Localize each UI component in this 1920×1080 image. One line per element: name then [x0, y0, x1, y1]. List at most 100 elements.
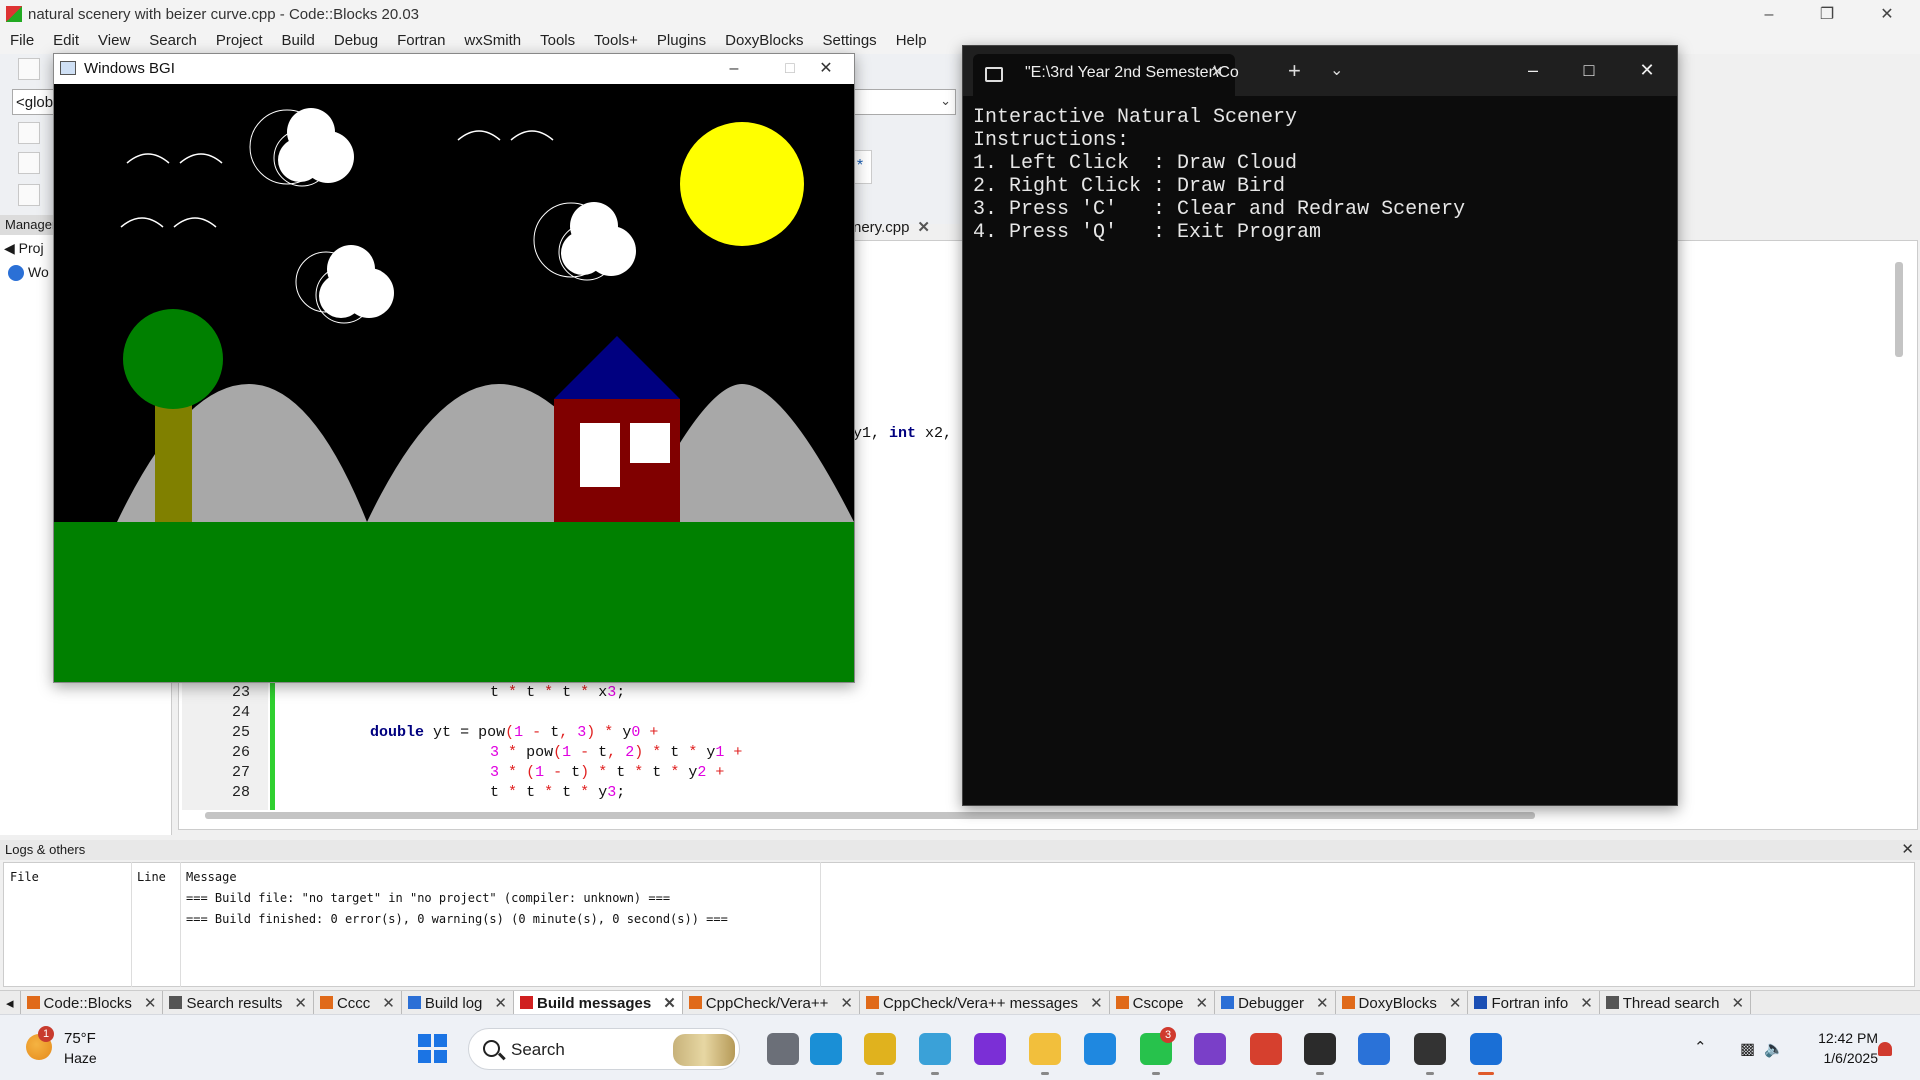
close-tab-icon[interactable]: ✕ — [494, 995, 507, 1012]
winlib-icon[interactable] — [1304, 1033, 1336, 1065]
close-tab-icon[interactable]: ✕ — [1316, 995, 1329, 1012]
defender-icon[interactable] — [1358, 1033, 1390, 1065]
chrome-icon[interactable] — [864, 1033, 896, 1065]
weather-temperature[interactable]: 75°F — [64, 1030, 96, 1047]
run-icon[interactable] — [18, 152, 40, 174]
close-tab-icon[interactable]: ✕ — [663, 995, 676, 1012]
code-line[interactable]: 3 * pow(1 - t, 2) * t * y1 + — [490, 744, 742, 761]
log-tab-build-messages[interactable]: Build messages ✕ — [513, 991, 683, 1014]
projects-tab[interactable]: ◀ Proj — [0, 237, 60, 259]
log-tab-cppcheck-vera-messages[interactable]: CppCheck/Vera++ messages ✕ — [860, 991, 1110, 1014]
log-tab-thread-search[interactable]: Thread search ✕ — [1600, 991, 1752, 1014]
close-tab-icon[interactable]: × — [1211, 61, 1223, 84]
close-tab-icon[interactable]: ✕ — [1090, 995, 1103, 1012]
vertical-scrollbar[interactable] — [1895, 262, 1903, 357]
close-tab-icon[interactable]: ✕ — [144, 995, 157, 1012]
weather-description[interactable]: Haze — [64, 1050, 97, 1066]
log-tab-cppcheck-vera[interactable]: CppCheck/Vera++ ✕ — [683, 991, 860, 1014]
debug-icon[interactable] — [18, 184, 40, 206]
close-tab-icon[interactable]: ✕ — [1731, 995, 1744, 1012]
file-explorer-icon[interactable] — [1029, 1033, 1061, 1065]
close-tab-icon[interactable]: ✕ — [1196, 995, 1209, 1012]
log-tab-cccc[interactable]: Cccc ✕ — [314, 991, 402, 1014]
ide-icon[interactable] — [974, 1033, 1006, 1065]
restore-icon[interactable]: ❐ — [1798, 0, 1856, 30]
close-tab-icon[interactable]: ✕ — [1449, 995, 1462, 1012]
menu-item-edit[interactable]: Edit — [43, 30, 88, 49]
terminal-icon[interactable] — [1414, 1033, 1446, 1065]
edge-icon[interactable] — [810, 1033, 842, 1065]
log-tab-doxyblocks[interactable]: DoxyBlocks ✕ — [1336, 991, 1469, 1014]
log-tab-search-results[interactable]: Search results ✕ — [163, 991, 314, 1014]
close-tab-icon[interactable]: ✕ — [382, 995, 395, 1012]
menu-item-fortran[interactable]: Fortran — [387, 30, 454, 49]
close-tab-icon[interactable]: ✕ — [1580, 995, 1593, 1012]
close-tab-icon[interactable]: ✕ — [840, 995, 853, 1012]
code-line[interactable]: 3 * (1 - t) * t * t * y2 + — [490, 764, 724, 781]
workspace-label: Wo — [28, 264, 49, 280]
network-icon[interactable]: ▩ — [1740, 1039, 1755, 1059]
menu-item-debug[interactable]: Debug — [324, 30, 387, 49]
menu-item-doxyblocks[interactable]: DoxyBlocks — [715, 30, 812, 49]
log-message[interactable]: === Build finished: 0 error(s), 0 warnin… — [186, 912, 728, 926]
column-header-file[interactable]: File — [10, 870, 39, 884]
menu-item-view[interactable]: View — [88, 30, 139, 49]
terminal-output[interactable]: Interactive Natural Scenery Instructions:… — [973, 106, 1663, 244]
log-tab-cscope[interactable]: Cscope ✕ — [1110, 991, 1216, 1014]
close-icon[interactable]: ✕ — [1858, 0, 1916, 30]
chevron-down-icon[interactable]: ⌄ — [1330, 60, 1343, 80]
visual-studio-icon[interactable] — [1194, 1033, 1226, 1065]
close-icon[interactable]: ✕ — [1619, 52, 1675, 88]
maximize-icon[interactable]: □ — [1561, 52, 1617, 88]
menu-item-build[interactable]: Build — [272, 30, 324, 49]
clock-time[interactable]: 12:42 PM — [1802, 1030, 1878, 1046]
code-line[interactable]: double yt = pow(1 - t, 3) * y0 + — [370, 724, 658, 741]
chrome-profile-icon[interactable] — [919, 1033, 951, 1065]
scenery-canvas[interactable] — [54, 84, 854, 682]
menu-item-tools[interactable]: Tools — [530, 30, 584, 49]
bgi-app-icon[interactable] — [1470, 1033, 1502, 1065]
notification-bell-icon[interactable] — [1878, 1042, 1892, 1056]
vscode-icon[interactable] — [1084, 1033, 1116, 1065]
menu-item-settings[interactable]: Settings — [812, 30, 885, 49]
scroll-left-icon[interactable]: ◂ — [0, 991, 21, 1014]
close-tab-icon[interactable]: ✕ — [294, 995, 307, 1012]
start-button[interactable] — [418, 1034, 448, 1064]
minimize-icon[interactable]: – — [1740, 0, 1798, 30]
menu-item-help[interactable]: Help — [886, 30, 936, 49]
code-line[interactable]: t * t * t * y3; — [490, 784, 625, 801]
log-message[interactable]: === Build file: "no target" in "no proje… — [186, 891, 670, 905]
minimize-icon[interactable]: – — [706, 54, 762, 84]
column-header-message[interactable]: Message — [186, 870, 237, 884]
minimize-icon[interactable]: – — [1505, 52, 1561, 88]
menu-item-search[interactable]: Search — [139, 30, 206, 49]
menu-item-file[interactable]: File — [0, 30, 43, 49]
close-tab-icon[interactable]: ✕ — [917, 219, 930, 236]
horizontal-scrollbar[interactable] — [205, 812, 1535, 819]
close-icon[interactable]: ✕ — [798, 54, 854, 84]
code-line[interactable]: t * t * t * x3; — [490, 684, 625, 701]
office-icon[interactable] — [1250, 1033, 1282, 1065]
terminal-line: Interactive Natural Scenery — [973, 106, 1298, 129]
new-tab-icon[interactable]: + — [1288, 58, 1301, 84]
log-tab-fortran-info[interactable]: Fortran info ✕ — [1468, 991, 1600, 1014]
volume-icon[interactable]: 🔈 — [1764, 1039, 1784, 1059]
symbol-combo[interactable]: ⌄ — [850, 89, 956, 115]
chevron-up-icon[interactable]: ⌃ — [1694, 1038, 1707, 1056]
menu-item-plugins[interactable]: Plugins — [647, 30, 715, 49]
menu-item-project[interactable]: Project — [206, 30, 272, 49]
menu-item-wxsmith[interactable]: wxSmith — [454, 30, 530, 49]
column-header-line[interactable]: Line — [137, 870, 166, 884]
terminal-tab[interactable]: "E:\3rd Year 2nd Semester\Co × — [973, 54, 1239, 96]
log-tab-debugger[interactable]: Debugger ✕ — [1215, 991, 1336, 1014]
select-pointer-icon[interactable] — [18, 122, 40, 144]
clock-date[interactable]: 1/6/2025 — [1802, 1050, 1879, 1066]
close-icon[interactable]: ✕ — [1901, 840, 1914, 858]
new-file-icon[interactable] — [18, 58, 40, 80]
log-tab-build-log[interactable]: Build log ✕ — [402, 991, 514, 1014]
taskbar-search[interactable]: Search — [468, 1028, 740, 1070]
task-view-icon[interactable] — [767, 1033, 799, 1065]
menu-item-toolsplus[interactable]: Tools+ — [584, 30, 647, 49]
editor-file-tab[interactable]: nery.cpp ✕ — [853, 218, 963, 242]
log-tab-code-blocks[interactable]: Code::Blocks ✕ — [21, 991, 164, 1014]
